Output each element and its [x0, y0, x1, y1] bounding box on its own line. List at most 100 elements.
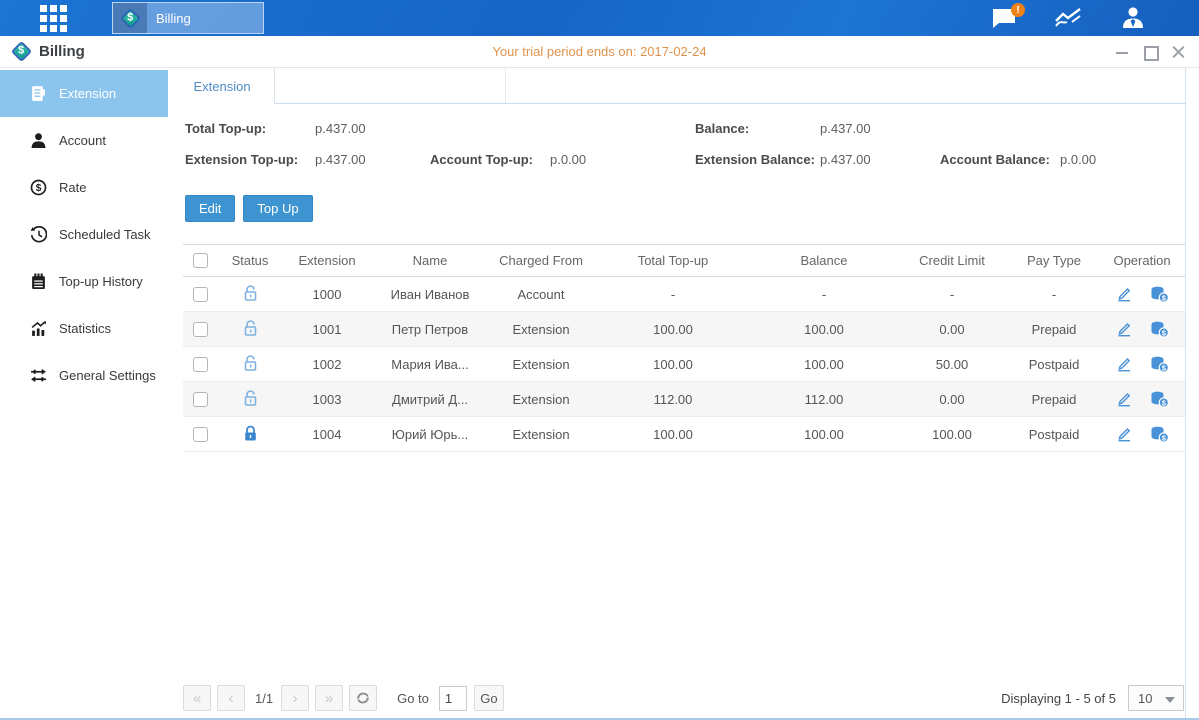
chevron-down-icon: [1165, 697, 1175, 703]
person-icon: [30, 132, 47, 149]
row-checkbox[interactable]: [193, 287, 208, 302]
total-topup-label: Total Top-up:: [185, 121, 266, 136]
transfer-arrows-icon: [30, 367, 47, 384]
tab-strip: Extension: [168, 68, 1186, 104]
edit-row-icon[interactable]: [1116, 426, 1132, 442]
topup-row-icon[interactable]: $: [1150, 391, 1169, 408]
topup-row-icon[interactable]: $: [1150, 356, 1169, 373]
cell-extension: 1003: [283, 382, 371, 417]
row-checkbox[interactable]: [193, 357, 208, 372]
resource-monitor-icon[interactable]: [1053, 5, 1085, 31]
cell-pay-type: Prepaid: [1009, 382, 1099, 417]
minimize-icon[interactable]: [1115, 46, 1129, 58]
topbar-right-icons: !: [989, 0, 1149, 36]
system-topbar: $ Billing !: [0, 0, 1199, 36]
sidebar-item-extension[interactable]: Extension: [0, 70, 168, 117]
locked-icon: [242, 424, 259, 442]
total-topup-value: p.437.00: [315, 121, 366, 136]
sidebar-item-topup-history[interactable]: Top-up History: [0, 258, 168, 305]
sidebar-item-scheduled-task[interactable]: Scheduled Task: [0, 211, 168, 258]
cell-total-topup: 100.00: [593, 312, 753, 347]
col-name: Name: [371, 245, 489, 277]
cell-pay-type: Postpaid: [1009, 347, 1099, 382]
row-checkbox[interactable]: [193, 427, 208, 442]
account-balance-value: p.0.00: [1060, 152, 1096, 167]
billing-app-icon: $: [113, 3, 147, 33]
sidebar-item-rate[interactable]: $ Rate: [0, 164, 168, 211]
account-balance-label: Account Balance:: [940, 152, 1050, 167]
billing-window-icon: $: [11, 41, 32, 62]
cell-pay-type: -: [1009, 277, 1099, 312]
status-lock-cell: [217, 277, 283, 312]
account-topup-label: Account Top-up:: [430, 152, 533, 167]
cell-charged-from: Account: [489, 277, 593, 312]
cell-charged-from: Extension: [489, 417, 593, 452]
cell-name: Иван Иванов: [371, 277, 489, 312]
sidebar-item-account[interactable]: Account: [0, 117, 168, 164]
maximize-icon[interactable]: [1143, 46, 1157, 58]
tab-extension[interactable]: Extension: [170, 68, 275, 104]
balance-label: Balance:: [695, 121, 749, 136]
cell-balance: -: [753, 277, 895, 312]
first-page-button[interactable]: «: [183, 685, 211, 711]
cell-pay-type: Prepaid: [1009, 312, 1099, 347]
cell-pay-type: Postpaid: [1009, 417, 1099, 452]
sidebar-item-label: Scheduled Task: [59, 227, 151, 242]
notification-badge: !: [1011, 3, 1025, 17]
table-row: 1000 Иван Иванов Account - - - -: [183, 277, 1185, 312]
page-size-value: 10: [1138, 691, 1152, 706]
unlocked-icon: [242, 389, 259, 407]
cell-extension: 1002: [283, 347, 371, 382]
app-launcher-icon[interactable]: [36, 5, 70, 31]
page-size-select[interactable]: 10: [1128, 685, 1184, 711]
table-header-row: Status Extension Name Charged From Total…: [183, 245, 1185, 277]
cell-name: Юрий Юрь...: [371, 417, 489, 452]
screen: $ Billing !: [0, 0, 1199, 720]
taskbar-tab-billing[interactable]: $ Billing: [112, 2, 264, 34]
window-title: Billing: [39, 43, 85, 60]
goto-page-input[interactable]: [439, 686, 467, 711]
cell-total-topup: 112.00: [593, 382, 753, 417]
last-page-button[interactable]: »: [315, 685, 343, 711]
col-extension: Extension: [283, 245, 371, 277]
edit-row-icon[interactable]: [1116, 321, 1132, 337]
cell-total-topup: 100.00: [593, 347, 753, 382]
row-checkbox[interactable]: [193, 322, 208, 337]
next-page-button[interactable]: ›: [281, 685, 309, 711]
row-checkbox[interactable]: [193, 392, 208, 407]
user-account-icon[interactable]: [1117, 5, 1149, 31]
edit-row-icon[interactable]: [1116, 286, 1132, 302]
status-lock-cell: [217, 312, 283, 347]
sidebar-item-general-settings[interactable]: General Settings: [0, 352, 168, 399]
cell-balance: 112.00: [753, 382, 895, 417]
status-lock-cell: [217, 347, 283, 382]
go-button[interactable]: Go: [474, 685, 504, 711]
cell-balance: 100.00: [753, 312, 895, 347]
topup-row-icon[interactable]: $: [1150, 321, 1169, 338]
sidebar-item-statistics[interactable]: Statistics: [0, 305, 168, 352]
edit-row-icon[interactable]: [1116, 391, 1132, 407]
clock-history-icon: [30, 226, 47, 243]
prev-page-button[interactable]: ‹: [217, 685, 245, 711]
unlocked-icon: [242, 319, 259, 337]
account-topup-value: p.0.00: [550, 152, 586, 167]
select-all-checkbox[interactable]: [193, 253, 208, 268]
close-icon[interactable]: [1171, 46, 1185, 58]
col-status: Status: [217, 245, 283, 277]
displaying-text: Displaying 1 - 5 of 5: [1001, 691, 1116, 706]
topup-row-icon[interactable]: $: [1150, 426, 1169, 443]
refresh-button[interactable]: [349, 685, 377, 711]
unlocked-icon: [242, 354, 259, 372]
edit-button[interactable]: Edit: [185, 195, 235, 222]
messages-icon[interactable]: !: [989, 5, 1021, 31]
topup-row-icon[interactable]: $: [1150, 286, 1169, 303]
edit-row-icon[interactable]: [1116, 356, 1132, 372]
notebook-icon: [30, 273, 47, 290]
cell-credit-limit: 100.00: [895, 417, 1009, 452]
cell-name: Дмитрий Д...: [371, 382, 489, 417]
table-row: 1004 Юрий Юрь... Extension 100.00 100.00…: [183, 417, 1185, 452]
cell-total-topup: -: [593, 277, 753, 312]
page-indicator: 1/1: [255, 691, 273, 706]
topup-button[interactable]: Top Up: [243, 195, 312, 222]
col-balance: Balance: [753, 245, 895, 277]
